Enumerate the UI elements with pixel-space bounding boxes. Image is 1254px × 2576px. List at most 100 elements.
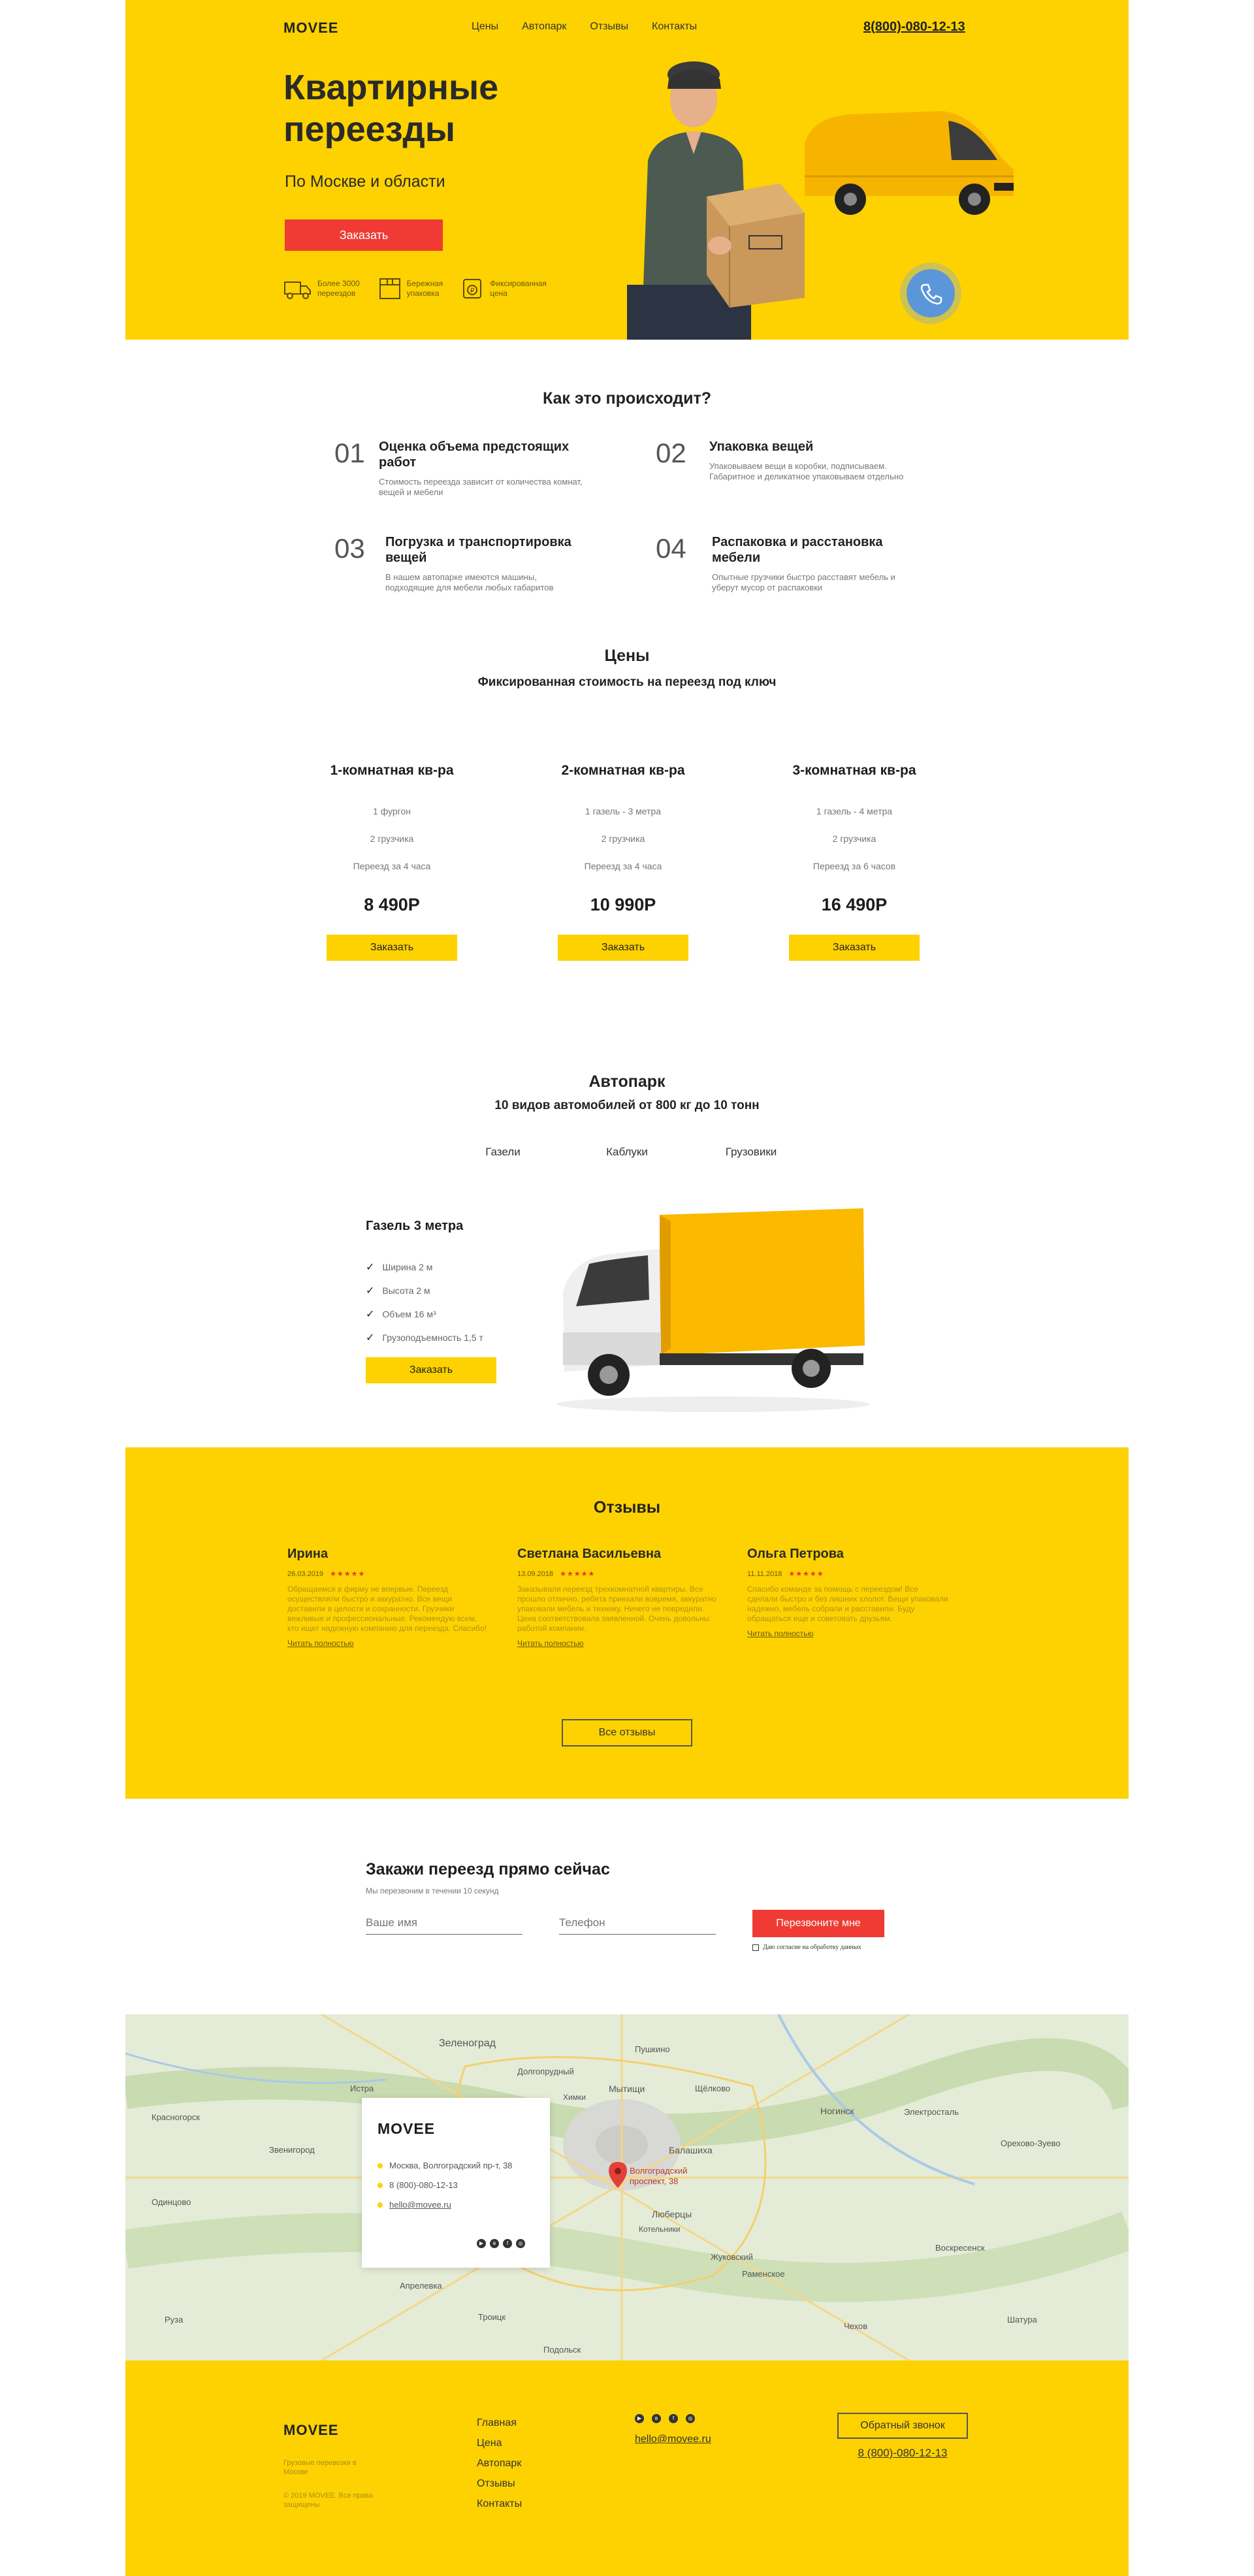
prices-subtitle: Фиксированная стоимость на переезд под к… [477, 675, 777, 689]
plan-order-button[interactable]: Заказать [327, 935, 457, 961]
review-read-more[interactable]: Читать полностью [747, 1629, 950, 1638]
plan-movers: 2 грузчика [370, 833, 414, 844]
map-city-label: Балашиха [669, 2145, 713, 2155]
map-city-label: Подольск [543, 2345, 581, 2355]
map-marker-icon[interactable] [609, 2162, 627, 2188]
step-title: Погрузка и транспортировка вещей [385, 535, 571, 565]
facebook-icon[interactable]: f [669, 2414, 678, 2423]
map-city-label: Долгопрудный [517, 2067, 574, 2076]
review-date: 26.03.2019 [287, 1570, 324, 1578]
footer-nav: Главная Цена Автопарк Отзывы Контакты [477, 2413, 522, 2514]
reviews-section: Отзывы Ирина 26.03.2019 ★★★★★ Обращаемся… [125, 1447, 1129, 1799]
review-text: Обращаемся в фирму не впервые. Переезд о… [287, 1585, 487, 1633]
plan-movers: 2 грузчика [601, 833, 645, 844]
name-input[interactable] [366, 1911, 522, 1935]
review-date: 11.11.2018 [747, 1570, 782, 1578]
map-city-label: Люберцы [652, 2209, 692, 2219]
contact-card: MOVEE Москва, Волгоградский пр-т, 38 8 (… [362, 2098, 550, 2268]
map-section[interactable]: Зеленоград Долгопрудный Мытищи Пушкино Щ… [125, 2014, 1129, 2360]
main-nav: Цены Автопарк Отзывы Контакты [472, 21, 697, 33]
footer-link-reviews[interactable]: Отзывы [477, 2473, 522, 2494]
star-rating-icon: ★★★★★ [788, 1570, 824, 1578]
star-rating-icon: ★★★★★ [330, 1570, 366, 1578]
fleet-order-button[interactable]: Заказать [366, 1357, 496, 1383]
gazelle-truck-image [556, 1208, 870, 1412]
check-icon: ✓ [366, 1262, 375, 1273]
all-reviews-button[interactable]: Все отзывы [562, 1719, 692, 1747]
marker-label-line: проспект, 38 [630, 2176, 679, 2186]
footer-logo[interactable]: MOVEE [283, 2422, 338, 2439]
map-city-label: Чехов [844, 2321, 868, 2331]
plan-car: 1 фургон [373, 806, 411, 816]
nav-prices[interactable]: Цены [472, 21, 498, 33]
card-phone: 8 (800)-080-12-13 [378, 2180, 458, 2190]
vk-icon[interactable]: в [490, 2239, 499, 2248]
feature-label: Фиксированная [490, 279, 547, 288]
feature-packing: Бережная упаковка [378, 277, 443, 300]
step-text: Упаковываем вещи в коробки, подписываем.… [709, 461, 904, 481]
plan-time: Переезд за 6 часов [812, 861, 896, 871]
map-city-label: Апрелевка [400, 2281, 442, 2291]
footer-callback-button[interactable]: Обратный звонок [837, 2413, 968, 2439]
review-read-more[interactable]: Читать полностью [287, 1639, 490, 1648]
nav-reviews[interactable]: Отзывы [590, 21, 628, 33]
plan-order-button[interactable]: Заказать [789, 935, 920, 961]
spec-label: Грузоподъемность 1,5 т [382, 1332, 483, 1343]
hero-order-button[interactable]: Заказать [285, 219, 443, 251]
footer-link-contacts[interactable]: Контакты [477, 2494, 522, 2514]
nav-contacts[interactable]: Контакты [652, 21, 697, 33]
step-text: Стоимость переезда зависит от количества… [379, 477, 583, 497]
spec-item: ✓ Ширина 2 м [366, 1255, 483, 1279]
map-city-label: Троицк [478, 2312, 506, 2322]
hero-section: MOVEE Цены Автопарк Отзывы Контакты 8(80… [125, 0, 1129, 340]
map-city-label: Истра [350, 2084, 374, 2093]
card-logo: MOVEE [378, 2120, 436, 2137]
svg-text:₽: ₽ [470, 287, 475, 295]
footer-link-fleet[interactable]: Автопарк [477, 2453, 522, 2473]
email-text[interactable]: hello@movee.ru [389, 2200, 451, 2210]
footer-tagline: Грузовые перевозки в Москве [283, 2459, 357, 2476]
logo[interactable]: MOVEE [283, 20, 338, 37]
instagram-icon[interactable]: ◎ [686, 2414, 695, 2423]
review-text: Заказывали переезд трехкомнатной квартир… [517, 1585, 716, 1633]
map-city-label: Шатура [1007, 2315, 1037, 2325]
review-read-more[interactable]: Читать полностью [517, 1639, 720, 1648]
price-card-3: 3-комнатная кв-ра 1 газель - 4 метра 2 г… [789, 763, 920, 961]
hero-features: Более 3000 переездов Бережная упаковка ₽ Ф… [283, 277, 547, 300]
phone-input[interactable] [559, 1911, 716, 1935]
step-number: 04 [656, 533, 686, 564]
footer-phone[interactable]: 8 (800)-080-12-13 [837, 2447, 968, 2460]
consent-checkbox[interactable] [752, 1944, 759, 1951]
header-phone[interactable]: 8(800)-080-12-13 [863, 20, 965, 35]
spec-item: ✓ Объем 16 м³ [366, 1302, 483, 1326]
spec-item: ✓ Высота 2 м [366, 1279, 483, 1302]
phone-text[interactable]: 8 (800)-080-12-13 [389, 2180, 458, 2190]
map-city-label: Жуковский [711, 2252, 753, 2262]
youtube-icon[interactable]: ▶ [635, 2414, 644, 2423]
plan-name: 1-комнатная кв-ра [330, 763, 454, 778]
step-title: Распаковка и расстановка мебели [712, 535, 883, 565]
map-city-label: Пушкино [635, 2044, 670, 2054]
tab-trucks[interactable]: Грузовики [722, 1146, 780, 1159]
plan-order-button[interactable]: Заказать [558, 935, 688, 961]
nav-fleet[interactable]: Автопарк [522, 21, 566, 33]
footer-link-home[interactable]: Главная [477, 2413, 522, 2433]
call-button[interactable] [907, 269, 955, 317]
instagram-icon[interactable]: ◎ [516, 2239, 525, 2248]
feature-label: упаковка [406, 289, 440, 298]
callback-button[interactable]: Перезвоните мне [752, 1910, 884, 1937]
tab-kabluki[interactable]: Каблуки [598, 1146, 656, 1159]
order-section: Закажи переезд прямо сейчас Мы перезвони… [125, 1799, 1129, 2014]
footer-email[interactable]: hello@movee.ru [635, 2434, 711, 2445]
step-number: 01 [334, 438, 365, 468]
vk-icon[interactable]: в [652, 2414, 661, 2423]
tab-gazelles[interactable]: Газели [474, 1146, 532, 1159]
process-section: Как это происходит? 01 Оценка объема пре… [125, 340, 1129, 627]
hero-title-line2: переезды [283, 110, 455, 149]
consent-row: Даю согласие на обработку данных [752, 1944, 861, 1951]
plan-time: Переезд за 4 часа [584, 861, 662, 871]
facebook-icon[interactable]: f [503, 2239, 512, 2248]
map-city-label: Орехово-Зуево [1001, 2138, 1061, 2148]
footer-link-price[interactable]: Цена [477, 2433, 522, 2453]
youtube-icon[interactable]: ▶ [477, 2239, 486, 2248]
